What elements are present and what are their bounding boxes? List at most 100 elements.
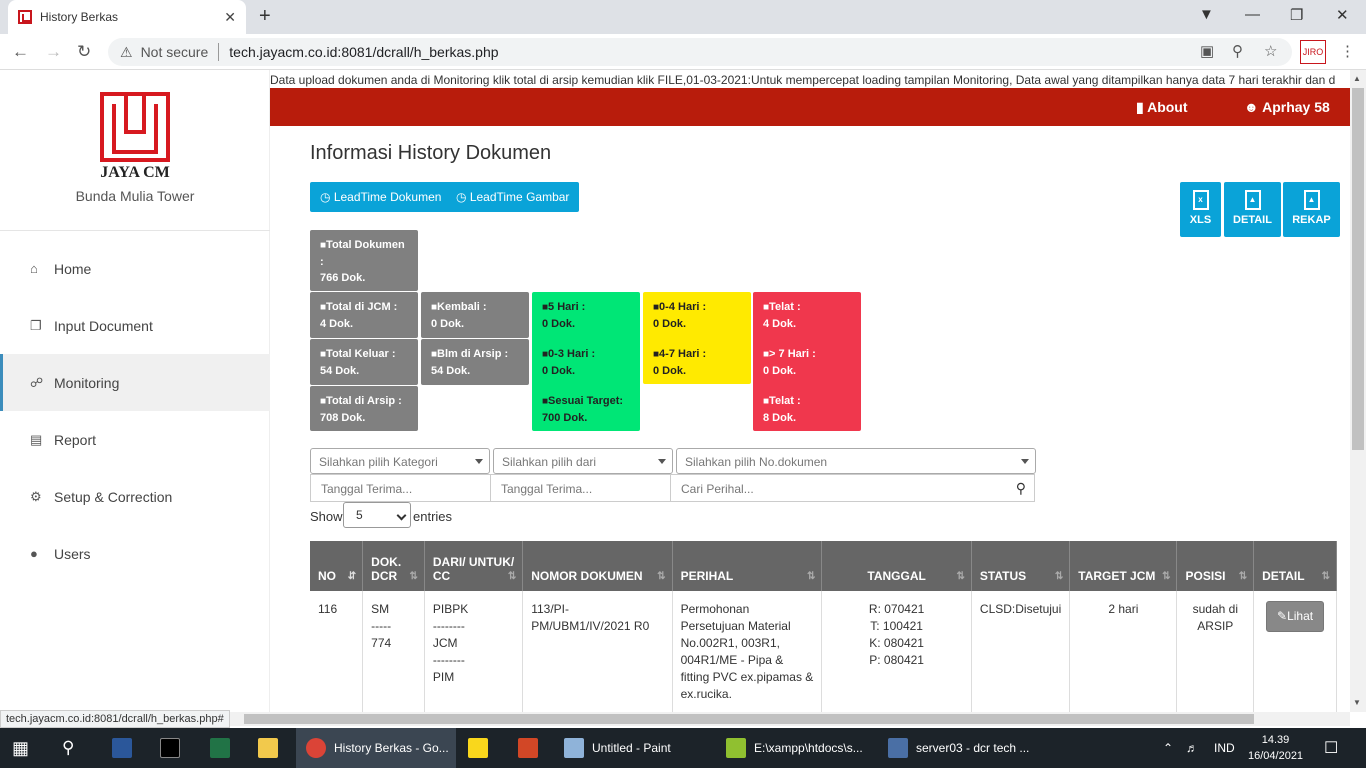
taskbar-powerpoint[interactable] — [518, 728, 546, 768]
sort-desc-icon[interactable]: ⇵ — [348, 571, 356, 582]
dari-line: JCM — [432, 636, 458, 650]
tile-total-jcm[interactable]: Total di JCM : 4 Dok. — [310, 292, 418, 338]
perihal-search-input[interactable]: Cari Perihal... ⚲ — [670, 474, 1035, 502]
profile-avatar[interactable]: JIRO — [1300, 40, 1326, 64]
taskbar-paint[interactable]: Untitled - Paint — [564, 728, 671, 768]
col-status[interactable]: STATUS ⇅ — [971, 541, 1071, 591]
dari-select[interactable]: Silahkan pilih dari — [493, 448, 673, 474]
tanggal-terima-to-input[interactable]: Tanggal Terima... — [490, 474, 671, 502]
col-nomor-dokumen[interactable]: NOMOR DOKUMEN ⇅ — [522, 541, 673, 591]
volume-icon[interactable]: ♬ — [1186, 728, 1198, 768]
sidebar-item-monitoring[interactable]: ☍ Monitoring — [0, 354, 270, 411]
tile-lebih-7-hari[interactable]: > 7 Hari : 0 Dok. — [753, 339, 861, 385]
tab-search-icon[interactable]: ▼ — [1199, 6, 1214, 23]
sort-icon[interactable]: ⇅ — [410, 571, 418, 582]
url-text[interactable]: tech.jayacm.co.id:8081/dcrall/h_berkas.p… — [229, 44, 498, 60]
browser-menu-icon[interactable]: ⋮ — [1340, 42, 1355, 60]
tray-chevron-icon[interactable]: ⌃ — [1163, 728, 1173, 768]
tile-5-hari[interactable]: 5 Hari : 0 Dok. — [532, 292, 640, 338]
tile-0-3-hari[interactable]: 0-3 Hari : 0 Dok. — [532, 339, 640, 385]
zoom-icon[interactable]: ⚲ — [1232, 42, 1243, 60]
browser-tab[interactable]: History Berkas ✕ — [8, 0, 246, 34]
col-target-jcm[interactable]: TARGET JCM ⇅ — [1069, 541, 1178, 591]
nodokumen-select[interactable]: Silahkan pilih No.dokumen — [676, 448, 1036, 474]
taskbar-terminal[interactable] — [160, 728, 188, 768]
tile-0-4-hari[interactable]: 0-4 Hari : 0 Dok. — [643, 292, 751, 338]
tile-total-arsip[interactable]: Total di Arsip : 708 Dok. — [310, 386, 418, 431]
sort-icon[interactable]: ⇅ — [1322, 571, 1330, 582]
new-tab-button[interactable]: + — [259, 5, 271, 28]
back-icon[interactable]: ← — [12, 42, 29, 62]
sort-icon[interactable]: ⇅ — [957, 571, 965, 582]
col-dari[interactable]: DARI/ UNTUK/ CC ⇅ — [424, 541, 524, 591]
clock[interactable]: 14.39 16/04/2021 — [1248, 732, 1303, 764]
sort-icon[interactable]: ⇅ — [1055, 571, 1063, 582]
tile-telat-1[interactable]: Telat : 4 Dok. — [753, 292, 861, 338]
sidebar-item-setup[interactable]: ⚙ Setup & Correction — [0, 468, 270, 525]
search-icon[interactable]: ⚲ — [1016, 480, 1026, 497]
language-indicator[interactable]: IND — [1214, 728, 1235, 768]
start-windows-icon[interactable]: ▦ — [12, 728, 29, 768]
user-menu[interactable]: ☻ Aprhay 58 — [1244, 99, 1330, 115]
tile-sesuai-target[interactable]: Sesuai Target: 700 Dok. — [532, 386, 640, 431]
taskbar-chrome[interactable]: History Berkas - Go... — [296, 728, 456, 768]
scrollbar-thumb[interactable] — [1352, 88, 1364, 450]
scroll-down-icon[interactable]: ▼ — [1353, 698, 1361, 707]
tile-total-dokumen[interactable]: Total Dokumen : 766 Dok. — [310, 230, 418, 291]
sort-icon[interactable]: ⇅ — [807, 571, 815, 582]
reload-icon[interactable]: ↻ — [77, 42, 91, 62]
col-no[interactable]: NO ⇵ — [310, 541, 364, 591]
tanggal-terima-from-input[interactable]: Tanggal Terima... — [310, 474, 491, 502]
taskbar-explorer[interactable] — [258, 728, 286, 768]
sort-icon[interactable]: ⇅ — [657, 571, 665, 582]
not-secure-label[interactable]: Not secure — [141, 44, 209, 60]
taskbar-remote[interactable]: server03 - dcr tech ... — [888, 728, 1029, 768]
forward-icon[interactable]: → — [45, 42, 62, 62]
sort-icon[interactable]: ⇅ — [1162, 571, 1170, 582]
close-window-icon[interactable]: ✕ — [1336, 6, 1349, 24]
taskbar-sticky[interactable] — [468, 728, 496, 768]
sidebar-item-home[interactable]: ⌂ Home — [0, 240, 270, 297]
scrollbar-thumb[interactable] — [244, 714, 1254, 724]
cell-dok-dcr: SM ----- 774 — [362, 591, 425, 712]
search-icon[interactable]: ⚲ — [62, 728, 74, 768]
translate-icon[interactable]: ▣ — [1200, 42, 1214, 60]
col-tanggal[interactable]: TANGGAL ⇅ — [821, 541, 972, 591]
leadtime-gambar-button[interactable]: ◷ LeadTime Gambar — [446, 182, 580, 212]
restore-icon[interactable]: ❐ — [1290, 6, 1303, 24]
sort-icon[interactable]: ⇅ — [508, 571, 516, 582]
vertical-scrollbar[interactable]: ▲ ▼ — [1350, 70, 1366, 712]
col-posisi[interactable]: POSISI ⇅ — [1176, 541, 1255, 591]
export-detail-button[interactable]: ▲ DETAIL — [1224, 182, 1281, 237]
scroll-up-icon[interactable]: ▲ — [1353, 74, 1361, 83]
taskbar-excel[interactable] — [210, 728, 238, 768]
tile-blm-arsip[interactable]: Blm di Arsip : 54 Dok. — [421, 339, 529, 385]
export-xls-button[interactable]: x XLS — [1180, 182, 1221, 237]
col-detail[interactable]: DETAIL ⇅ — [1253, 541, 1337, 591]
sidebar-item-report[interactable]: ▤ Report — [0, 411, 270, 468]
about-link[interactable]: ▮ About — [1136, 99, 1188, 116]
table-header-row: NO ⇵ DOK. DCR ⇅ DARI/ UNTUK/ CC ⇅ NOMOR DOK… — [310, 541, 1337, 591]
sidebar-item-users[interactable]: ● Users — [0, 525, 270, 582]
export-rekap-button[interactable]: ▲ REKAP — [1283, 182, 1340, 237]
entries-length-select[interactable]: 5 — [343, 502, 411, 528]
kategori-select[interactable]: Silahkan pilih Kategori — [310, 448, 490, 474]
tile-telat-2[interactable]: Telat : 8 Dok. — [753, 386, 861, 431]
tile-total-keluar[interactable]: Total Keluar : 54 Dok. — [310, 339, 418, 385]
taskbar-word[interactable] — [112, 728, 140, 768]
minimize-icon[interactable]: — — [1245, 6, 1260, 23]
omnibox[interactable]: ⚠ Not secure tech.jayacm.co.id:8081/dcra… — [108, 38, 1292, 66]
sort-icon[interactable]: ⇅ — [1239, 571, 1247, 582]
sidebar-item-input-document[interactable]: ❐ Input Document — [0, 297, 270, 354]
bookmark-star-icon[interactable]: ☆ — [1264, 42, 1277, 60]
tile-kembali[interactable]: Kembali : 0 Dok. — [421, 292, 529, 338]
leadtime-dokumen-button[interactable]: ◷ LeadTime Dokumen — [310, 182, 452, 212]
lihat-button[interactable]: ✎Lihat — [1266, 601, 1325, 632]
col-dok-dcr[interactable]: DOK. DCR ⇅ — [362, 541, 425, 591]
tile-4-7-hari[interactable]: 4-7 Hari : 0 Dok. — [643, 339, 751, 385]
col-perihal[interactable]: PERIHAL ⇅ — [672, 541, 823, 591]
notification-icon[interactable]: ☐ — [1324, 728, 1338, 768]
taskbar-notepadpp[interactable]: E:\xampp\htdocs\s... — [726, 728, 863, 768]
tab-close-icon[interactable]: ✕ — [224, 9, 236, 26]
warning-icon[interactable]: ⚠ — [120, 44, 133, 61]
